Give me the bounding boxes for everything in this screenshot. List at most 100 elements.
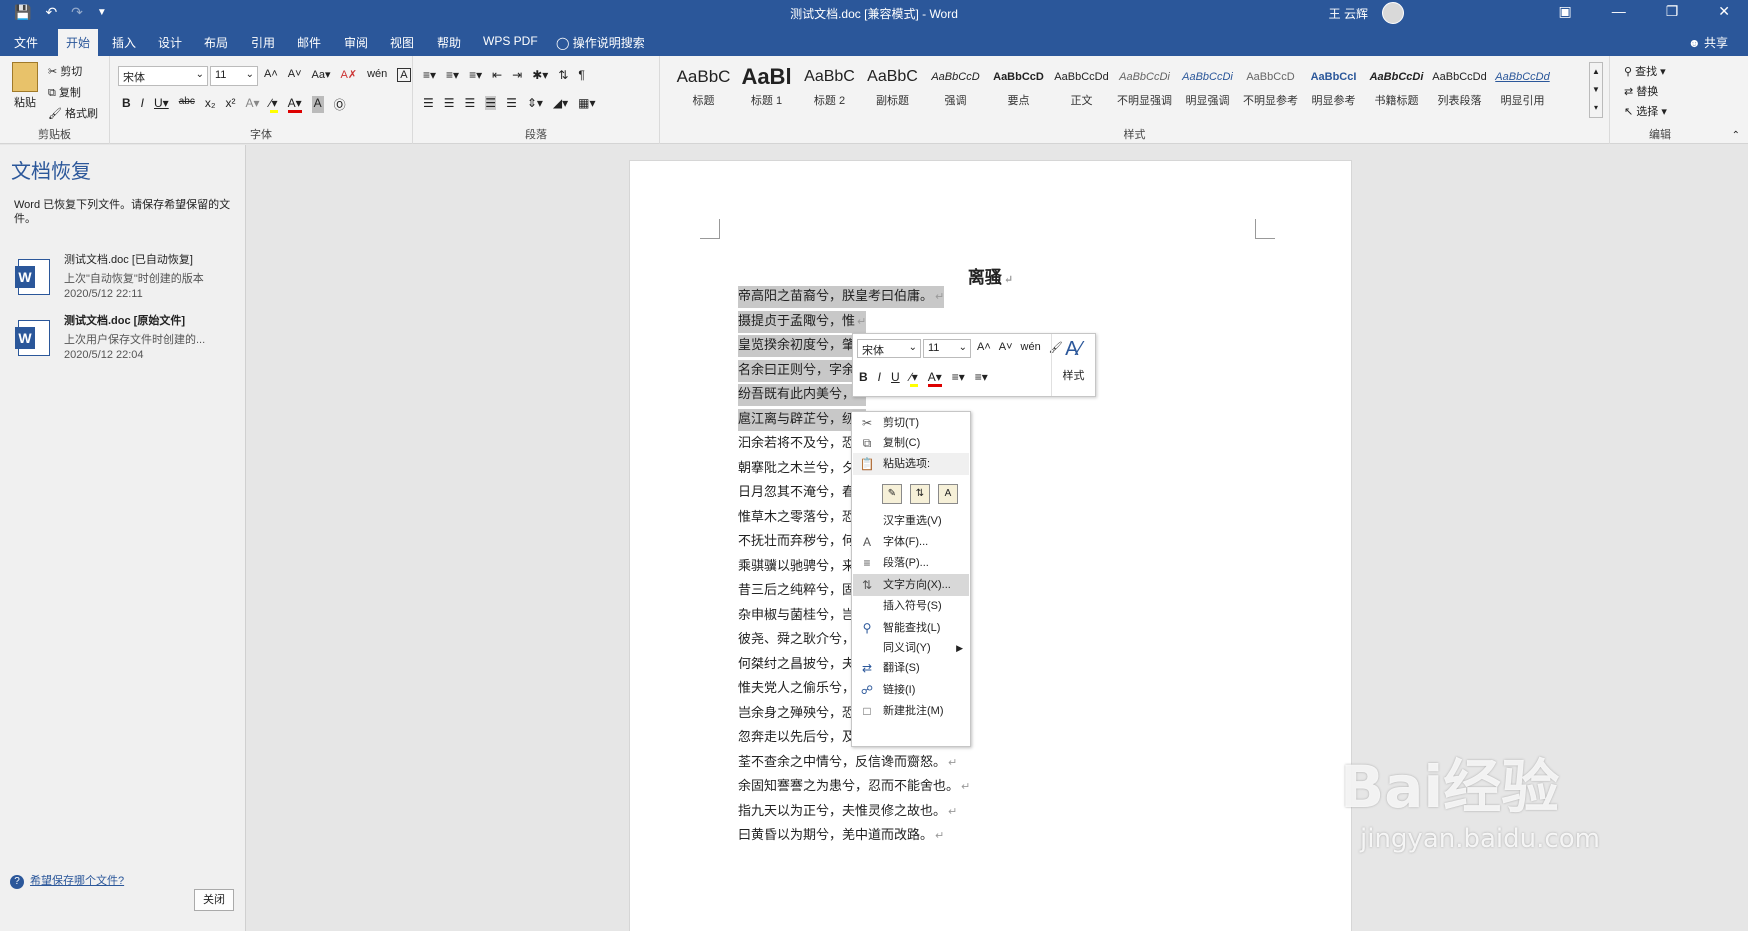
tab-mailings[interactable]: 邮件	[297, 34, 321, 51]
style-item[interactable]: AaBl 标题 1	[735, 62, 798, 118]
style-item[interactable]: AaBbCcDi 书籍标题	[1365, 62, 1428, 118]
menu-item-translate[interactable]: ⇄ 翻译(S)	[853, 657, 969, 679]
sort-icon[interactable]: ⇅	[558, 68, 568, 82]
style-item[interactable]: AaBbC 标题 2	[798, 62, 861, 118]
mini-font-combo[interactable]: 宋体 ⌄	[857, 339, 921, 358]
tell-me-search[interactable]: ◯ 操作说明搜索	[556, 34, 645, 51]
underline-icon[interactable]: U▾	[154, 96, 169, 113]
replace-button[interactable]: ⇄ 替换	[1624, 82, 1667, 102]
document-line[interactable]: 乘骐骥以驰骋兮，来↵	[738, 556, 866, 578]
font-color-icon[interactable]: A▾	[287, 96, 302, 113]
cut-button[interactable]: ✂ 剪切	[48, 62, 98, 83]
document-line[interactable]: 摄提贞于孟陬兮，惟 ↵	[738, 310, 867, 333]
multilevel-list-icon[interactable]: ≡▾	[469, 68, 482, 82]
tab-help[interactable]: 帮助	[437, 34, 461, 51]
numbering-icon[interactable]: ≡▾	[975, 370, 988, 387]
change-case-icon[interactable]: Aa▾	[312, 68, 331, 82]
tab-home[interactable]: 开始	[58, 29, 99, 59]
style-item[interactable]: AaBbCcD 要点	[987, 62, 1050, 118]
style-item[interactable]: AaBbCcDd 正文	[1050, 62, 1113, 118]
character-shading-icon[interactable]: A	[311, 96, 324, 113]
mini-styles-button[interactable]: A⁄ 样式	[1051, 334, 1095, 396]
tab-review[interactable]: 审阅	[344, 34, 368, 51]
superscript-icon[interactable]: x²	[226, 96, 236, 113]
bold-icon[interactable]: B	[859, 370, 868, 387]
document-line[interactable]: 指九天以为正兮，夫惟灵修之故也。 ↵	[738, 801, 957, 823]
style-item[interactable]: AaBbCcI 明显参考	[1302, 62, 1365, 118]
shrink-font-icon[interactable]: A˅	[288, 68, 302, 82]
document-line[interactable]: 扈江离与辟芷兮，纫↵	[738, 408, 867, 431]
document-line[interactable]: 纷吾既有此内美兮，↵	[738, 384, 867, 406]
document-line[interactable]: 何桀纣之昌披兮，夫↵	[738, 654, 866, 676]
font-color-icon[interactable]: A▾	[927, 370, 942, 387]
close-icon[interactable]: ✕	[1718, 3, 1730, 20]
menu-item-text-direction[interactable]: ⇅ 文字方向(X)...	[853, 574, 969, 596]
increase-indent-icon[interactable]: ⇥	[512, 68, 522, 82]
tab-view[interactable]: 视图	[390, 34, 414, 51]
document-line[interactable]: 汩余若将不及兮，恐↵	[738, 433, 866, 455]
style-item[interactable]: AaBbC 标题	[672, 62, 735, 118]
document-line[interactable]: 不抚壮而弃秽兮，何↵	[738, 531, 866, 553]
select-button[interactable]: ↖ 选择 ▾	[1624, 102, 1667, 122]
bullets-icon[interactable]: ≡▾	[423, 68, 436, 82]
clear-format-icon[interactable]: A✗	[341, 68, 358, 82]
collapse-ribbon-icon[interactable]: ⌃	[1732, 130, 1740, 141]
grow-font-icon[interactable]: A˄	[264, 68, 278, 82]
document-line[interactable]: 荃不查余之中情兮，反信谗而齌怒。 ↵	[738, 752, 957, 774]
style-item[interactable]: AaBbC 副标题	[861, 62, 924, 118]
paste-merge-format-icon[interactable]: ⇅	[910, 484, 930, 504]
mini-size-combo[interactable]: 11 ⌄	[923, 339, 971, 358]
align-left-icon[interactable]: ☰	[423, 96, 434, 110]
tab-insert[interactable]: 插入	[112, 34, 136, 51]
minimize-icon[interactable]: —	[1612, 3, 1626, 20]
phonetic-guide-icon[interactable]: wén	[1021, 341, 1041, 354]
recovered-file-item[interactable]: 测试文档.doc [已自动恢复] 上次"自动恢复"时创建的版本 2020/5/1…	[15, 251, 238, 307]
justify-icon[interactable]: ☰	[485, 96, 497, 110]
share-button[interactable]: ☻ 共享	[1688, 34, 1728, 51]
document-line[interactable]: 帝高阳之苗裔兮，朕皇考曰伯庸。 ↵	[738, 286, 945, 308]
document-line[interactable]: 彼尧、舜之耿介兮，↵	[738, 629, 866, 651]
enclose-char-icon[interactable]: Ⓞ	[334, 96, 346, 113]
paste-keep-format-icon[interactable]: ✎	[882, 484, 902, 504]
shrink-font-icon[interactable]: A˅	[999, 341, 1013, 354]
menu-item-paragraph[interactable]: ≡ 段落(P)...	[853, 552, 969, 574]
bullets-icon[interactable]: ≡▾	[952, 370, 965, 387]
style-item[interactable]: AaBbCcDd 列表段落	[1428, 62, 1491, 118]
document-line[interactable]: 皇览揆余初度兮，肇↵	[738, 335, 867, 357]
menu-item-new-comment[interactable]: □ 新建批注(M)	[853, 700, 969, 722]
menu-item-copy[interactable]: ⧉ 复制(C)	[853, 432, 969, 454]
subscript-icon[interactable]: x₂	[205, 96, 216, 113]
chinese-layout-icon[interactable]: ✱▾	[532, 68, 548, 82]
distributed-icon[interactable]: ☰	[506, 96, 517, 110]
menu-item-insert-symbol[interactable]: 插入符号(S)	[853, 595, 969, 617]
style-item[interactable]: AaBbCcD 不明显参考	[1239, 62, 1302, 118]
user-name[interactable]: 王 云辉	[1329, 5, 1368, 22]
highlight-icon[interactable]: ∕▾	[269, 96, 278, 113]
show-marks-icon[interactable]: ¶	[578, 68, 584, 82]
tab-layout[interactable]: 布局	[204, 34, 228, 51]
grow-font-icon[interactable]: A˄	[977, 341, 991, 354]
menu-item-reconvert[interactable]: 汉字重选(V)	[853, 510, 969, 532]
menu-item-cut[interactable]: ✂ 剪切(T)	[853, 412, 969, 434]
italic-icon[interactable]: I	[141, 96, 144, 113]
restore-icon[interactable]: ❐	[1666, 3, 1679, 20]
style-item[interactable]: AaBbCcDi 明显强调	[1176, 62, 1239, 118]
original-file-item[interactable]: 测试文档.doc [原始文件] 上次用户保存文件时创建的... 2020/5/1…	[15, 312, 238, 368]
decrease-indent-icon[interactable]: ⇤	[492, 68, 502, 82]
paste-button[interactable]: 粘贴	[10, 62, 40, 110]
borders-icon[interactable]: ▦▾	[578, 96, 595, 110]
highlight-icon[interactable]: ∕▾	[909, 370, 918, 387]
style-item[interactable]: AaBbCcDd 明显引用	[1491, 62, 1554, 118]
tab-design[interactable]: 设计	[158, 34, 182, 51]
close-button[interactable]: 关闭	[194, 889, 234, 911]
phonetic-guide-icon[interactable]: wén	[367, 68, 387, 82]
document-page[interactable]: 离骚↵ 帝高阳之苗裔兮，朕皇考曰伯庸。↵摄提贞于孟陬兮，惟↵皇览揆余初度兮，肇↵…	[629, 160, 1352, 931]
text-effects-icon[interactable]: A▾	[246, 96, 260, 113]
avatar[interactable]	[1382, 2, 1404, 24]
document-line[interactable]: 杂申椒与菌桂兮，岂↵	[738, 605, 866, 627]
align-center-icon[interactable]: ☰	[444, 96, 455, 110]
menu-item-font[interactable]: A 字体(F)...	[853, 531, 969, 553]
bold-icon[interactable]: B	[122, 96, 131, 113]
font-name-combo[interactable]: 宋体 ⌄	[118, 66, 208, 86]
gallery-scroll[interactable]: ▲ ▼ ▾	[1589, 62, 1603, 118]
